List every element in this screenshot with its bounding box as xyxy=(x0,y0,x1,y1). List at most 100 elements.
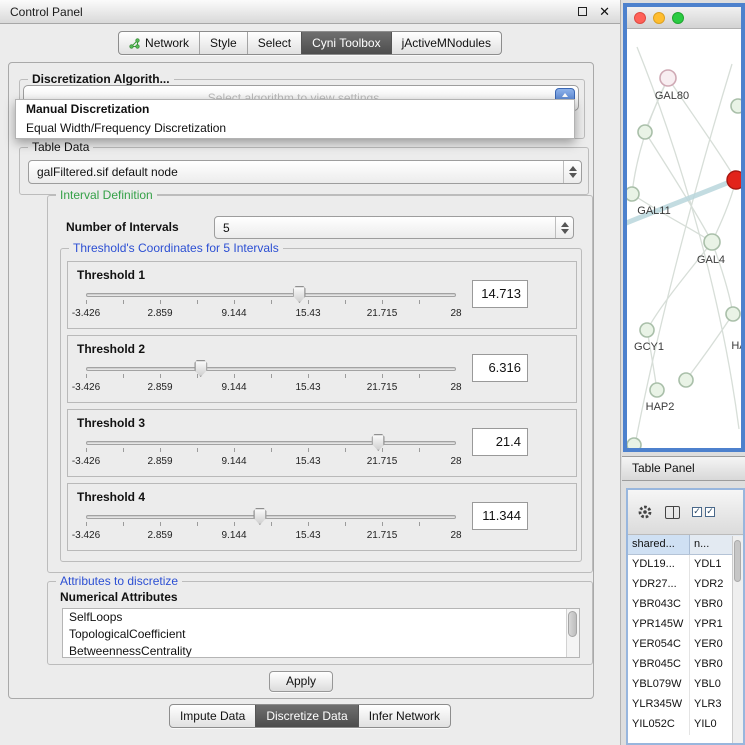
slider-thumb[interactable] xyxy=(194,360,207,377)
numerical-attributes-list[interactable]: SelfLoopsTopologicalCoefficientBetweenne… xyxy=(62,608,580,658)
network-node[interactable] xyxy=(660,70,676,86)
tab-select[interactable]: Select xyxy=(247,32,301,54)
attribute-list-item[interactable]: SelfLoops xyxy=(63,609,579,626)
scale-tick-label: 9.144 xyxy=(221,382,246,393)
network-node-label: GAL4 xyxy=(697,254,725,266)
shared-name-cell: YER054C xyxy=(628,635,690,655)
arrow-down-icon xyxy=(569,173,577,178)
list-scrollbar[interactable] xyxy=(566,609,579,657)
slider-thumb-zone xyxy=(86,432,456,452)
select-all-checkboxes-icon[interactable]: ✓ ✓ xyxy=(692,507,715,517)
scale-tick-label: -3.426 xyxy=(72,308,100,319)
tab-jactivemnodules[interactable]: jActiveMNodules xyxy=(391,32,501,54)
scale-tick-label: 9.144 xyxy=(221,308,246,319)
scale-tick-label: 2.859 xyxy=(147,456,172,467)
slider-thumb[interactable] xyxy=(372,434,385,451)
table-row[interactable]: YDL19...YDL1 xyxy=(628,555,743,575)
tab-cyni-toolbox-label: Cyni Toolbox xyxy=(312,36,380,50)
arrow-up-icon xyxy=(569,166,577,171)
table-settings-gear-icon[interactable] xyxy=(637,504,653,520)
table-row[interactable]: YLR345WYLR3 xyxy=(628,695,743,715)
scale-tick-label: 28 xyxy=(450,530,461,541)
slider-thumb[interactable] xyxy=(293,286,306,303)
network-node[interactable] xyxy=(679,373,693,387)
zoom-traffic-light-icon[interactable] xyxy=(672,12,684,24)
tab-infer-network[interactable]: Infer Network xyxy=(358,705,450,727)
threshold-2-value-field[interactable]: 6.316 xyxy=(472,354,528,382)
tab-discretize-data[interactable]: Discretize Data xyxy=(255,705,357,727)
table-row[interactable]: YBR045CYBR0 xyxy=(628,655,743,675)
threshold-3-label: Threshold 3 xyxy=(77,416,145,430)
number-of-intervals-combobox[interactable]: 5 xyxy=(214,216,574,239)
scale-tick-label: 15.43 xyxy=(295,382,320,393)
control-panel-tabbar: Network Style Select Cyni Toolbox jActiv… xyxy=(0,31,620,55)
table-row[interactable]: YBR043CYBR0 xyxy=(628,595,743,615)
tab-impute-data[interactable]: Impute Data xyxy=(170,705,255,727)
network-node[interactable] xyxy=(726,307,740,321)
tab-style[interactable]: Style xyxy=(199,32,247,54)
network-node[interactable] xyxy=(650,383,664,397)
scale-tick-label: 2.859 xyxy=(147,530,172,541)
shared-name-cell: YBR045C xyxy=(628,655,690,675)
network-node[interactable] xyxy=(704,234,720,250)
shared-name-cell: YPR145W xyxy=(628,615,690,635)
network-node-label: HA xyxy=(731,340,741,352)
network-node[interactable] xyxy=(627,187,639,201)
threshold-1-slider[interactable]: -3.4262.8599.14415.4321.71528 xyxy=(82,284,460,326)
slider-scale: -3.4262.8599.14415.4321.71528 xyxy=(86,456,456,468)
threshold-3-slider[interactable]: -3.4262.8599.14415.4321.71528 xyxy=(82,432,460,474)
threshold-2-slider[interactable]: -3.4262.8599.14415.4321.71528 xyxy=(82,358,460,400)
list-scrollbar-thumb[interactable] xyxy=(568,611,577,637)
apply-button[interactable]: Apply xyxy=(269,671,333,692)
scale-tick-label: -3.426 xyxy=(72,456,100,467)
minimize-traffic-light-icon[interactable] xyxy=(653,12,665,24)
close-panel-button[interactable]: ✕ xyxy=(599,5,610,18)
table-header-row: shared... n... xyxy=(628,535,743,555)
attribute-list-item[interactable]: BetweennessCentrality xyxy=(63,643,579,658)
table-row[interactable]: YER054CYER0 xyxy=(628,635,743,655)
scale-tick-label: 28 xyxy=(450,382,461,393)
control-panel-window: Control Panel ✕ xyxy=(0,0,621,745)
network-view-window[interactable]: GAL80GAL11GAL4GCY1HAHAP2 xyxy=(623,3,745,452)
attribute-list-item[interactable]: TopologicalCoefficient xyxy=(63,626,579,643)
slider-thumb-zone xyxy=(86,358,456,378)
slider-scale: -3.4262.8599.14415.4321.71528 xyxy=(86,530,456,542)
table-row[interactable]: YBL079WYBL0 xyxy=(628,675,743,695)
threshold-4-panel: Threshold 4 -3.4262.8599.14415.4321.7152… xyxy=(67,483,577,551)
tab-cyni-toolbox[interactable]: Cyni Toolbox xyxy=(301,32,390,54)
slider-scale: -3.4262.8599.14415.4321.71528 xyxy=(86,382,456,394)
slider-thumb[interactable] xyxy=(253,508,266,525)
network-node[interactable] xyxy=(640,323,654,337)
tab-network[interactable]: Network xyxy=(119,32,199,54)
table-row[interactable]: YIL052CYIL0 xyxy=(628,715,743,735)
network-canvas[interactable]: GAL80GAL11GAL4GCY1HAHAP2 xyxy=(627,29,741,448)
table-panel-header: Table Panel xyxy=(622,456,745,481)
network-node[interactable] xyxy=(627,438,641,448)
numerical-attributes-heading: Numerical Attributes xyxy=(60,590,178,604)
table-data-combobox[interactable]: galFiltered.sif default node xyxy=(28,160,582,184)
network-icon xyxy=(129,38,140,49)
select-columns-icon[interactable] xyxy=(665,506,680,519)
dropdown-option-equal-width-frequency[interactable]: Equal Width/Frequency Discretization xyxy=(16,119,574,138)
threshold-1-value-field[interactable]: 14.713 xyxy=(472,280,528,308)
shared-name-cell: YLR345W xyxy=(628,695,690,715)
network-node[interactable] xyxy=(727,171,741,189)
network-node[interactable] xyxy=(731,99,741,113)
table-row[interactable]: YPR145WYPR1 xyxy=(628,615,743,635)
tab-impute-data-label: Impute Data xyxy=(180,709,245,723)
scale-tick-label: 21.715 xyxy=(367,456,398,467)
top-tabs-segmented: Network Style Select Cyni Toolbox jActiv… xyxy=(118,31,502,55)
network-node[interactable] xyxy=(638,125,652,139)
threshold-4-value-field[interactable]: 11.344 xyxy=(472,502,528,530)
table-row[interactable]: YDR27...YDR2 xyxy=(628,575,743,595)
table-scrollbar-thumb[interactable] xyxy=(734,540,741,582)
arrow-up-icon xyxy=(561,222,569,227)
threshold-4-slider[interactable]: -3.4262.8599.14415.4321.71528 xyxy=(82,506,460,548)
column-header-shared-name[interactable]: shared... xyxy=(628,535,690,554)
dropdown-option-manual-discretization[interactable]: Manual Discretization xyxy=(16,100,574,119)
close-traffic-light-icon[interactable] xyxy=(634,12,646,24)
scale-tick-label: 2.859 xyxy=(147,382,172,393)
threshold-3-value-field[interactable]: 21.4 xyxy=(472,428,528,456)
table-scrollbar[interactable] xyxy=(732,536,743,743)
float-window-button[interactable] xyxy=(578,7,587,16)
